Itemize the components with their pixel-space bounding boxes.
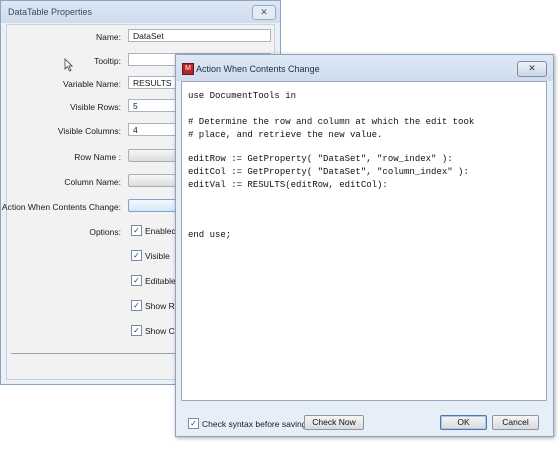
column-name-label: Column Name: (64, 177, 121, 187)
properties-title: DataTable Properties (8, 7, 93, 17)
row-name-label: Row Name : (74, 152, 121, 162)
action-label: Action When Contents Change: (1, 202, 121, 212)
variable-name-field[interactable]: RESULTS (128, 76, 176, 89)
check-syntax-label: Check syntax before saving (202, 418, 307, 429)
properties-titlebar: DataTable Properties ✕ (1, 1, 280, 23)
variable-name-label: Variable Name: (63, 79, 121, 89)
ok-button[interactable]: OK (440, 415, 487, 430)
option-show-column[interactable]: ✓ Show Co (131, 325, 180, 336)
editable-checkbox[interactable]: ✓ (131, 275, 142, 286)
tooltip-label: Tooltip: (94, 56, 121, 66)
editable-label: Editable (145, 275, 176, 286)
code-line: editCol := GetProperty( "DataSet", "colu… (188, 167, 469, 177)
action-title: Action When Contents Change (196, 64, 320, 74)
enabled-label: Enabled (145, 225, 177, 236)
check-now-button[interactable]: Check Now (304, 415, 364, 430)
enabled-checkbox[interactable]: ✓ (131, 225, 142, 236)
visible-label: Visible (145, 250, 170, 261)
code-line: end use; (188, 230, 232, 240)
code-line: editVal := RESULTS(editRow, editCol): (188, 180, 388, 190)
code-editor[interactable]: use DocumentTools in # Determine the row… (181, 81, 547, 401)
options-label: Options: (89, 227, 121, 237)
show-row-checkbox[interactable]: ✓ (131, 300, 142, 311)
action-dialog: M Action When Contents Change ✕ use Docu… (175, 54, 554, 437)
option-visible[interactable]: ✓ Visible (131, 250, 170, 261)
name-label: Name: (95, 32, 121, 42)
check-syntax-option[interactable]: ✓ Check syntax before saving (188, 418, 306, 429)
mouse-cursor-icon (64, 58, 73, 72)
action-titlebar: M Action When Contents Change ✕ (176, 55, 553, 81)
code-line: # Determine the row and column at which … (188, 117, 475, 127)
code-line: # place, and retrieve the new value. (188, 130, 383, 140)
visible-rows-label: Visible Rows: (70, 102, 121, 112)
show-column-checkbox[interactable]: ✓ (131, 325, 142, 336)
check-syntax-checkbox[interactable]: ✓ (188, 418, 199, 429)
maple-app-icon: M (182, 63, 194, 75)
code-line: use DocumentTools in (188, 91, 297, 101)
option-show-row[interactable]: ✓ Show Ro (131, 300, 180, 311)
visible-columns-field[interactable]: 4 (128, 123, 176, 136)
action-edit-button[interactable] (128, 199, 176, 212)
visible-rows-field[interactable]: 5 (128, 99, 176, 112)
cancel-button[interactable]: Cancel (492, 415, 539, 430)
row-name-button[interactable] (128, 149, 176, 162)
option-editable[interactable]: ✓ Editable (131, 275, 176, 286)
action-close-icon[interactable]: ✕ (517, 61, 547, 77)
code-line: editRow := GetProperty( "DataSet", "row_… (188, 154, 453, 164)
column-name-button[interactable] (128, 174, 176, 187)
option-enabled[interactable]: ✓ Enabled (131, 225, 176, 236)
properties-close-icon[interactable]: ✕ (252, 5, 276, 20)
visible-columns-label: Visible Columns: (57, 126, 121, 136)
name-field[interactable]: DataSet (128, 29, 271, 42)
visible-checkbox[interactable]: ✓ (131, 250, 142, 261)
